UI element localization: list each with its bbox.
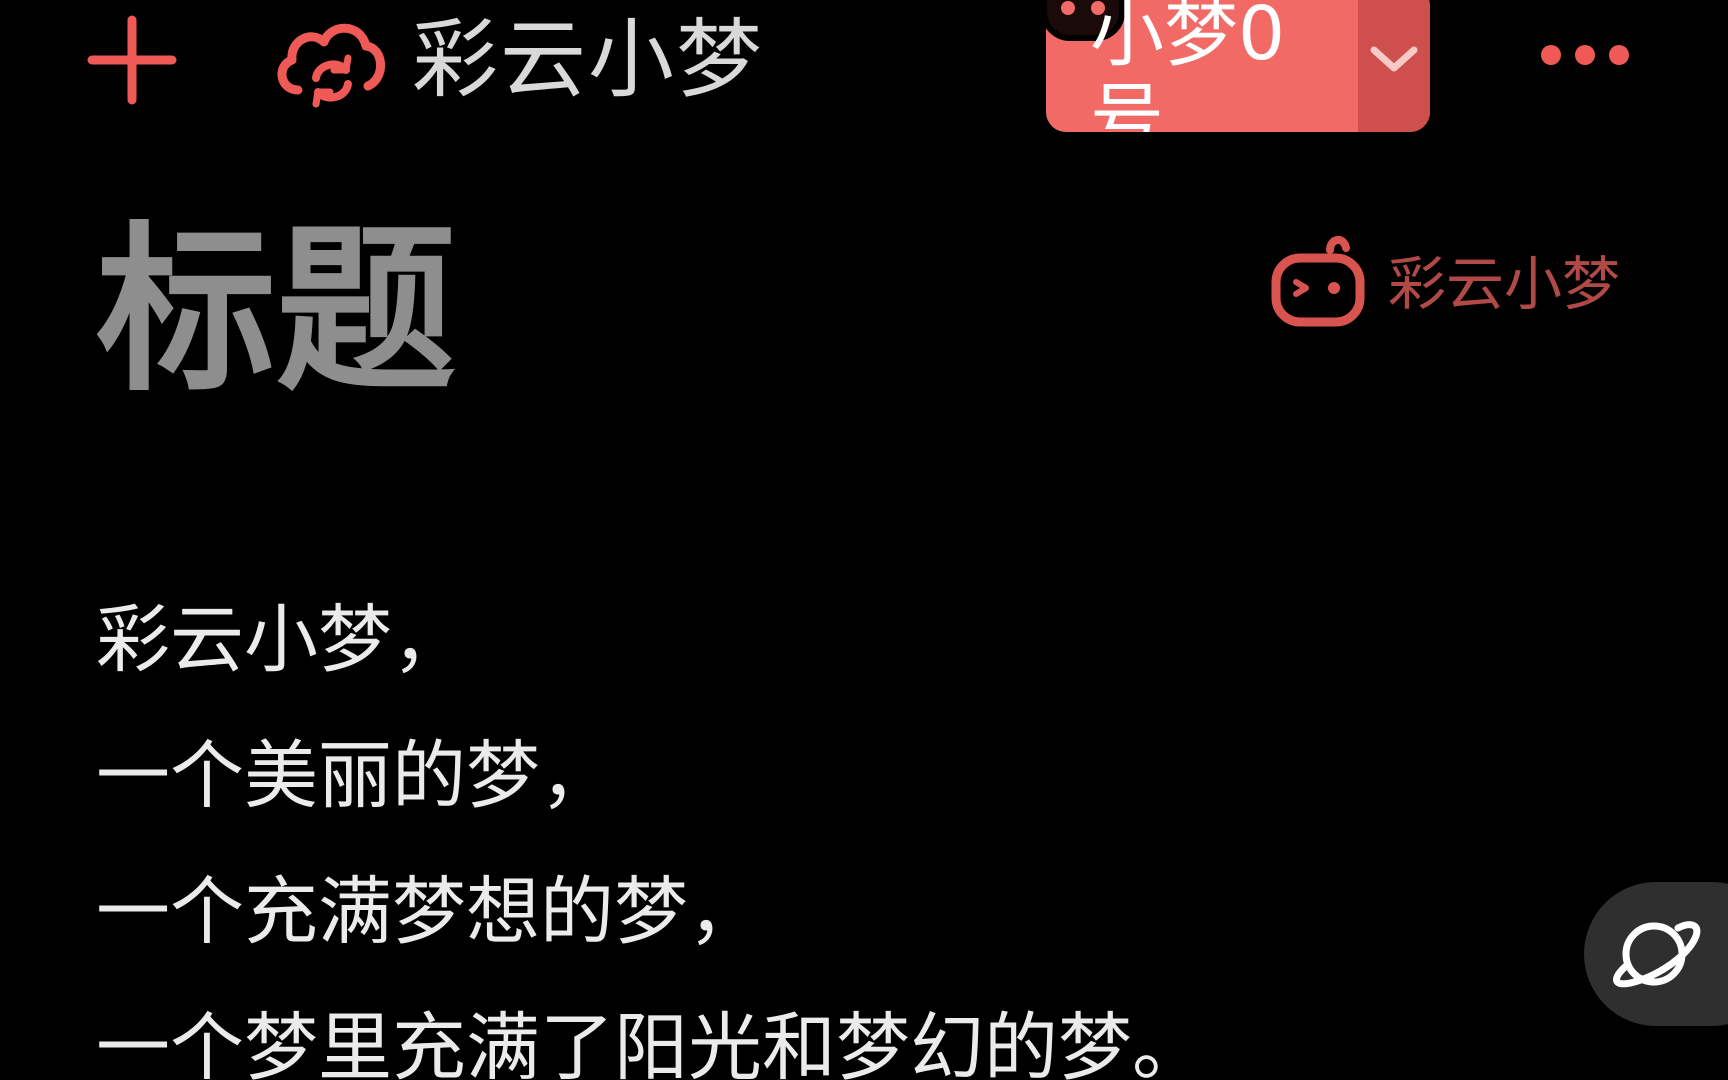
document-title[interactable]: 标题 [96,222,456,402]
author-tag: 彩云小梦 [1270,236,1620,332]
app-name: 彩云小梦 [412,10,764,110]
author-name: 彩云小梦 [1388,250,1621,318]
robot-avatar-icon [1271,236,1365,327]
model-selector-main[interactable]: 小梦0号 [1046,0,1358,132]
document-body[interactable]: 彩云小梦， 一个美丽的梦， 一个充满梦想的梦， 一个梦里充满了阳光和梦幻的梦。 [96,572,1396,1080]
floating-action-button[interactable] [1584,882,1728,1026]
chevron-down-icon [1370,46,1418,72]
model-selector-label: 小梦0号 [1090,0,1286,132]
body-line[interactable]: 一个充满梦想的梦， [96,844,1396,980]
add-button[interactable] [82,10,182,110]
app-brand: 彩云小梦 [270,0,764,120]
model-selector[interactable]: 小梦0号 [1046,0,1430,132]
body-line[interactable]: 一个梦里充满了阳光和梦幻的梦。 [96,980,1396,1080]
body-line[interactable]: 一个美丽的梦， [96,708,1396,844]
more-dots-icon [1541,45,1629,65]
cloud-logo-icon [270,10,390,110]
top-bar: 彩云小梦 小梦0号 [0,0,1728,140]
more-button[interactable] [1530,20,1640,90]
body-line[interactable]: 彩云小梦， [96,572,1396,708]
model-dropdown-toggle[interactable] [1358,0,1430,132]
plus-icon [87,15,177,105]
planet-icon [1613,921,1701,988]
